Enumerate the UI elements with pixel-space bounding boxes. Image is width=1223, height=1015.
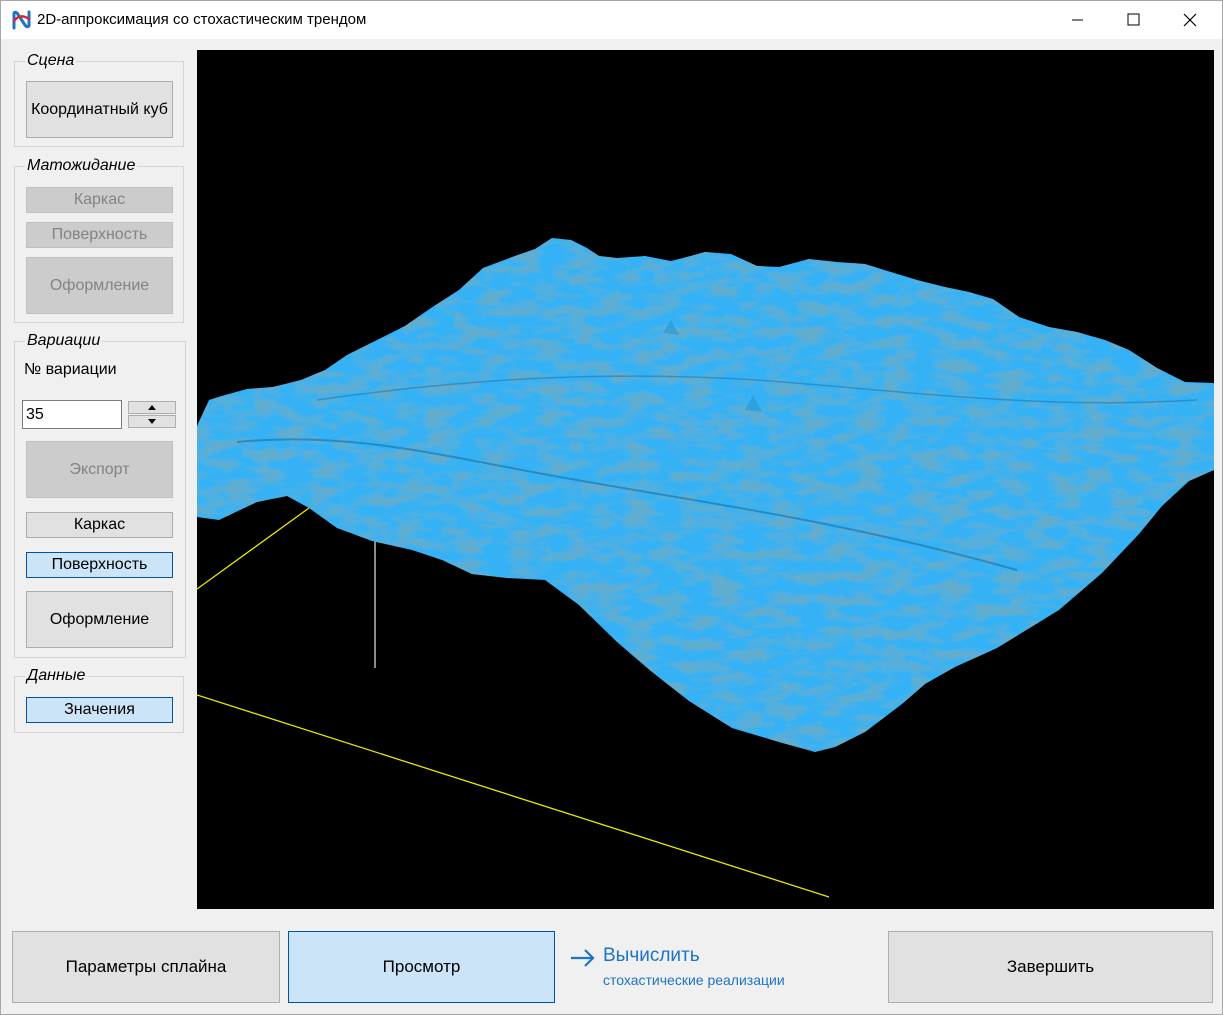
view-button[interactable]: Просмотр [288,931,555,1003]
variation-number-input[interactable]: 35 [22,400,122,429]
expectation-styling-button[interactable]: Оформление [26,257,173,314]
maximize-icon [1127,13,1140,26]
expectation-group-title: Матожидание [25,157,138,175]
spline-params-button[interactable]: Параметры сплайна [12,931,280,1003]
window-title: 2D-аппроксимация со стохастическим тренд… [37,11,367,28]
maximize-button[interactable] [1106,1,1162,39]
app-logo-icon [12,10,31,30]
finish-button[interactable]: Завершить [888,931,1213,1003]
data-group-title: Данные [25,667,88,685]
spin-up-button[interactable] [128,401,176,414]
title-bar[interactable]: 2D-аппроксимация со стохастическим тренд… [1,1,1222,39]
variation-number-spinner [128,401,176,428]
client-area: Сцена Координатный куб Матожидание Карка… [1,39,1222,1014]
stochastic-surface [197,238,1214,752]
scene-group-title: Сцена [25,52,77,70]
axis-line-left [197,507,310,590]
expectation-wireframe-button[interactable]: Каркас [26,187,173,213]
arrow-right-icon [571,949,595,967]
data-group: Данные Значения [14,667,184,733]
coord-cube-button[interactable]: Координатный куб [26,81,173,138]
arrow-down-icon [148,419,156,424]
compute-link-label: Вычислить [603,945,700,966]
expectation-group: Матожидание Каркас Поверхность Оформлени… [14,157,184,323]
expectation-surface-button[interactable]: Поверхность [26,222,173,248]
compute-link-sublabel: стохастические реализации [603,972,785,988]
spin-down-button[interactable] [128,415,176,428]
3d-viewport[interactable] [197,50,1214,909]
minimize-icon [1072,19,1083,21]
compute-link[interactable]: Вычислить стохастические реализации [570,945,870,995]
variations-group-title: Вариации [25,332,103,350]
minimize-button[interactable] [1050,1,1106,39]
surface-render [197,238,1214,898]
variation-surface-button[interactable]: Поверхность [26,552,173,578]
close-button[interactable] [1162,1,1218,39]
scene-group: Сцена Координатный куб [14,52,184,147]
variation-styling-button[interactable]: Оформление [26,591,173,648]
close-icon [1183,13,1197,27]
variation-wireframe-button[interactable]: Каркас [26,512,173,538]
variation-number-label: № вариации [24,361,117,378]
export-button[interactable]: Экспорт [26,441,173,498]
app-window: 2D-аппроксимация со стохастическим тренд… [0,0,1223,1015]
values-button[interactable]: Значения [26,697,173,723]
arrow-up-icon [148,405,156,410]
